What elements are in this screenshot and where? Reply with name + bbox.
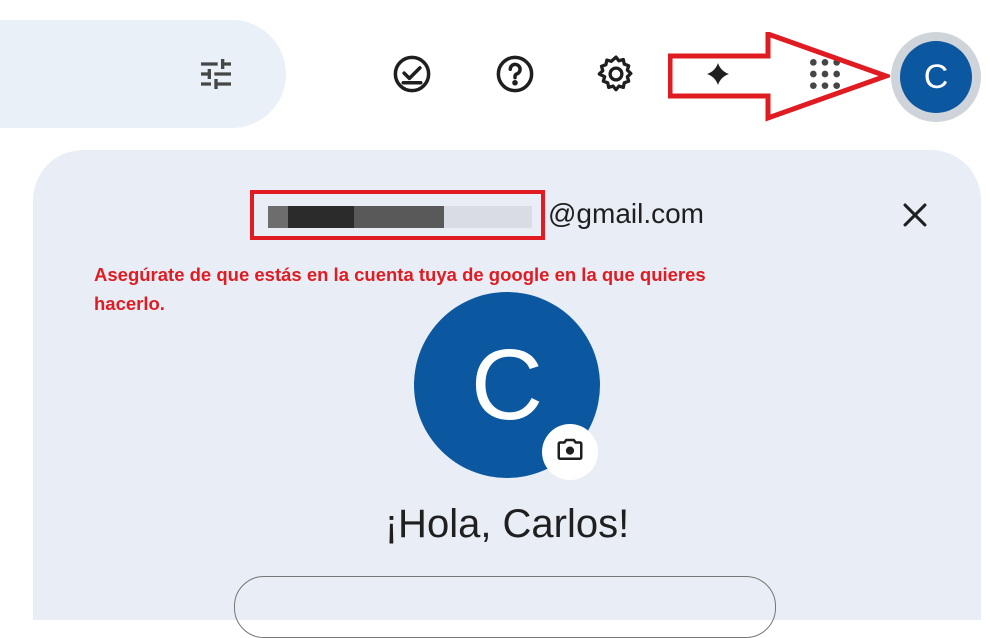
settings-button[interactable] (588, 48, 644, 104)
account-avatar-button[interactable]: C (891, 32, 981, 122)
email-domain: @gmail.com (548, 198, 705, 229)
search-options-button[interactable] (192, 52, 240, 100)
profile-avatar-letter: C (470, 328, 544, 441)
search-bar[interactable] (0, 20, 286, 128)
tune-icon (196, 54, 236, 99)
close-icon (898, 198, 932, 237)
help-button[interactable] (487, 48, 543, 104)
apps-grid-icon (805, 54, 845, 99)
close-panel-button[interactable] (893, 195, 937, 239)
help-icon (494, 53, 536, 100)
change-photo-button[interactable] (542, 424, 598, 480)
settings-icon (594, 52, 638, 101)
apps-button[interactable] (797, 48, 853, 104)
annotation-line-1: Asegúrate de que estás en la cuenta tuya… (94, 264, 706, 285)
greeting-text: ¡Hola, Carlos! (384, 502, 630, 546)
gemini-icon (696, 52, 740, 101)
camera-icon (555, 435, 585, 470)
account-email: @gmail.com (250, 190, 810, 240)
task-check-icon (391, 53, 433, 100)
gemini-button[interactable] (690, 48, 746, 104)
task-status-button[interactable] (384, 48, 440, 104)
account-avatar-letter: C (900, 41, 972, 113)
manage-account-button[interactable] (234, 576, 776, 638)
redacted-email-box (250, 190, 545, 240)
